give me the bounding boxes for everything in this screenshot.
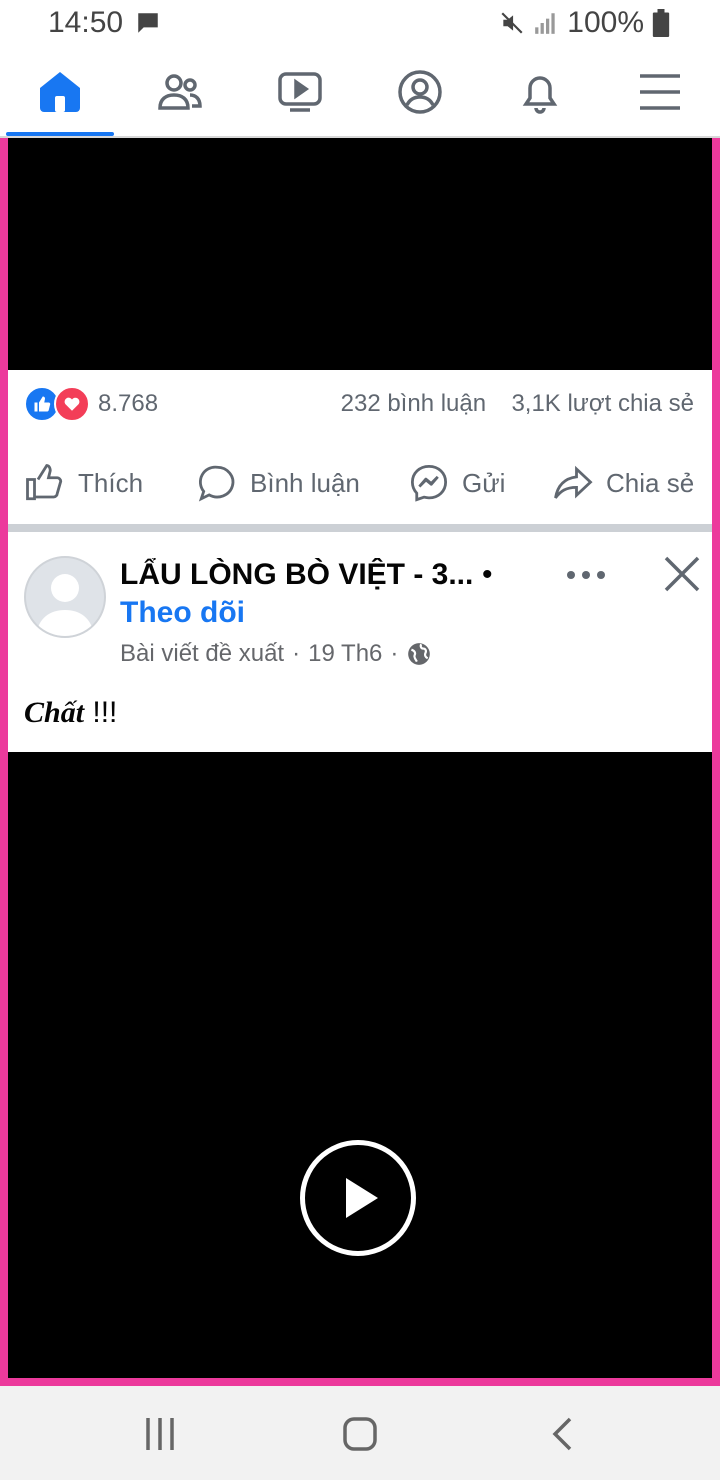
post-type: Bài viết đề xuất [120, 640, 285, 667]
share-label: Chia sẻ [606, 467, 695, 498]
globe-icon [408, 643, 431, 665]
tab-profile[interactable] [360, 48, 480, 136]
battery-percent: 100% [567, 6, 644, 39]
home-circle-icon [343, 1417, 377, 1451]
post1-video[interactable] [8, 138, 712, 370]
post-meta: Bài viết đề xuất · 19 Th6 · [120, 640, 432, 668]
friends-icon [158, 74, 202, 110]
tab-watch[interactable] [240, 48, 360, 136]
more-icon [567, 571, 605, 579]
status-bar: 14:50 100% [0, 0, 720, 48]
comment-share-counts: 232 bình luận 3,1K lượt chia sẻ [341, 390, 694, 418]
active-tab-indicator [6, 132, 114, 136]
post2-video[interactable] [8, 752, 712, 1378]
post2-header: LẨU LÒNG BÒ VIỆT - 3... • Theo dõi Bài v… [8, 532, 712, 752]
comment-icon [198, 465, 235, 502]
more-options-button[interactable] [566, 550, 606, 589]
reactions-summary[interactable]: 8.768 [24, 386, 158, 422]
follow-button[interactable]: Theo dõi [120, 596, 245, 630]
play-button[interactable] [300, 1140, 416, 1256]
home-button[interactable] [342, 1416, 378, 1457]
comment-count[interactable]: 232 bình luận [341, 390, 486, 417]
profile-icon [398, 70, 442, 114]
send-button[interactable]: Gửi [408, 462, 505, 504]
post-caption: Chất !!! [24, 696, 117, 730]
message-icon [135, 10, 161, 44]
back-icon [552, 1417, 572, 1451]
bell-icon [522, 76, 558, 114]
meta-dot: · [390, 640, 399, 667]
play-icon [346, 1178, 378, 1218]
avatar[interactable] [24, 556, 106, 638]
page-name[interactable]: LẨU LÒNG BÒ VIỆT - 3... [120, 558, 480, 592]
thumbs-up-icon [26, 464, 63, 501]
back-button[interactable] [548, 1416, 578, 1457]
reaction-count: 8.768 [98, 390, 159, 417]
like-button[interactable]: Thích [24, 462, 143, 504]
mute-icon [501, 12, 523, 34]
top-nav [0, 48, 720, 138]
share-icon [554, 465, 593, 499]
share-count[interactable]: 3,1K lượt chia sẻ [511, 390, 694, 417]
video-icon [278, 72, 322, 112]
caption-rest: !!! [84, 696, 118, 729]
send-label: Gửi [462, 467, 506, 498]
tab-notifications[interactable] [480, 48, 600, 136]
post-separator [8, 524, 712, 532]
comment-button[interactable]: Bình luận [196, 462, 360, 504]
close-button[interactable] [662, 554, 702, 594]
meta-dot: · [292, 640, 301, 667]
signal-icon [535, 13, 555, 34]
recent-apps-icon [146, 1418, 174, 1450]
post-date[interactable]: 19 Th6 [308, 640, 382, 668]
menu-icon [640, 74, 680, 110]
tab-friends[interactable] [120, 48, 240, 136]
like-label: Thích [78, 467, 144, 498]
tab-home[interactable] [0, 48, 120, 136]
close-icon [664, 556, 700, 592]
home-icon [40, 72, 80, 112]
system-nav-bar [0, 1386, 720, 1480]
status-right: 100% [499, 6, 670, 40]
status-time: 14:50 [48, 6, 124, 39]
post1-actions: Thích Bình luận Gửi Chia sẻ [8, 446, 712, 524]
messenger-icon [410, 464, 448, 502]
battery-icon [652, 9, 670, 37]
comment-label: Bình luận [250, 467, 360, 498]
title-separator: • [482, 558, 493, 591]
recent-apps-button[interactable] [140, 1416, 180, 1457]
share-button[interactable]: Chia sẻ [552, 462, 694, 504]
tab-menu[interactable] [600, 48, 720, 136]
post1-stats: 8.768 232 bình luận 3,1K lượt chia sẻ [8, 370, 712, 440]
love-reaction-icon [54, 386, 90, 422]
caption-styled: Chất [24, 696, 85, 729]
